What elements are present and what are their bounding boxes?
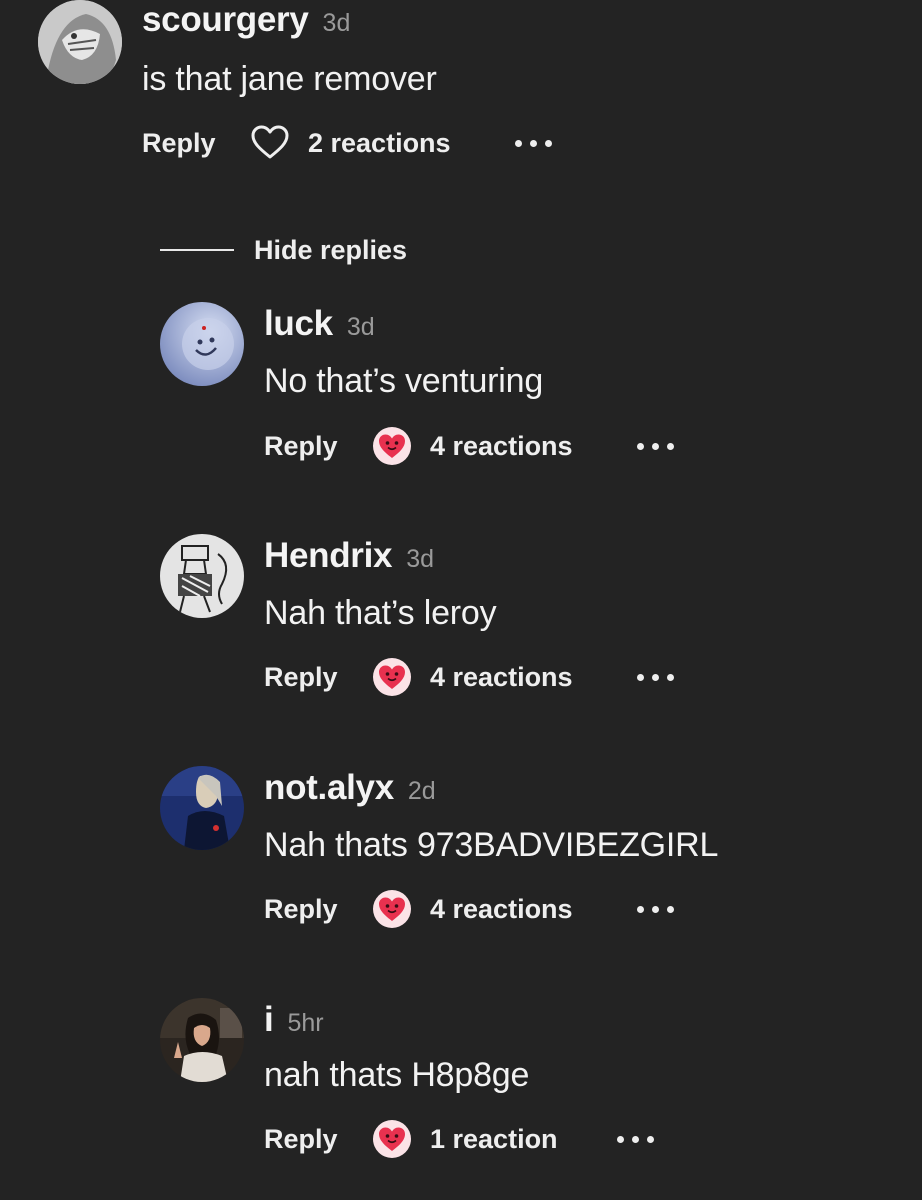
username[interactable]: i: [264, 1000, 274, 1040]
reply-button[interactable]: Reply: [142, 121, 216, 165]
more-dots-icon[interactable]: [634, 659, 678, 695]
reaction-count[interactable]: 2 reactions: [308, 121, 451, 165]
more-dots-icon[interactable]: [634, 428, 678, 464]
reply-text: No that’s venturing: [264, 362, 544, 400]
reply: not.alyx 2d Nah thats 973BADVIBEZGIRL Re…: [0, 764, 922, 964]
heart-face-icon[interactable]: [372, 1119, 412, 1159]
avatar[interactable]: [160, 534, 244, 618]
username[interactable]: luck: [264, 304, 333, 344]
reaction-count[interactable]: 4 reactions: [430, 424, 573, 468]
comment-actions: Reply 2 reactions: [142, 121, 562, 165]
reply: luck 3d No that’s venturing Reply 4 reac…: [0, 300, 922, 500]
reply: Hendrix 3d Nah that’s leroy Reply 4 reac…: [0, 532, 922, 732]
heart-face-icon[interactable]: [372, 657, 412, 697]
hide-replies-divider: [160, 249, 234, 251]
reply-button[interactable]: Reply: [264, 1117, 338, 1161]
heart-face-icon[interactable]: [372, 889, 412, 929]
reply-text: Nah thats 973BADVIBEZGIRL: [264, 826, 719, 864]
avatar[interactable]: [160, 766, 244, 850]
heart-outline-icon[interactable]: [250, 123, 290, 163]
avatar[interactable]: [160, 302, 244, 386]
reaction-count[interactable]: 1 reaction: [430, 1117, 558, 1161]
avatar[interactable]: [160, 998, 244, 1082]
reply-button[interactable]: Reply: [264, 424, 338, 468]
reply-text: Nah that’s leroy: [264, 594, 497, 632]
reply: i 5hr nah thats H8p8ge Reply 1 reaction: [0, 996, 922, 1196]
reaction-count[interactable]: 4 reactions: [430, 655, 573, 699]
reply-button[interactable]: Reply: [264, 887, 338, 931]
avatar[interactable]: [38, 0, 122, 84]
timestamp: 3d: [322, 9, 351, 37]
timestamp: 3d: [406, 545, 435, 573]
reply-actions: Reply 4 reactions: [264, 655, 684, 699]
timestamp: 3d: [346, 313, 375, 341]
heart-face-icon[interactable]: [372, 426, 412, 466]
comment-text: is that jane remover: [142, 60, 437, 98]
comment: scourgery 3d is that jane remover Reply …: [0, 0, 922, 200]
timestamp: 5hr: [287, 1009, 324, 1037]
username[interactable]: Hendrix: [264, 536, 393, 576]
reply-text: nah thats H8p8ge: [264, 1056, 530, 1094]
more-dots-icon[interactable]: [512, 125, 556, 161]
username[interactable]: scourgery: [142, 0, 309, 40]
timestamp: 2d: [407, 777, 436, 805]
reply-actions: Reply 4 reactions: [264, 424, 684, 468]
reply-button[interactable]: Reply: [264, 655, 338, 699]
more-dots-icon[interactable]: [614, 1121, 658, 1157]
hide-replies-button[interactable]: Hide replies: [254, 232, 407, 268]
reply-actions: Reply 1 reaction: [264, 1117, 684, 1161]
reply-actions: Reply 4 reactions: [264, 887, 684, 931]
reaction-count[interactable]: 4 reactions: [430, 887, 573, 931]
username[interactable]: not.alyx: [264, 768, 394, 808]
more-dots-icon[interactable]: [634, 891, 678, 927]
